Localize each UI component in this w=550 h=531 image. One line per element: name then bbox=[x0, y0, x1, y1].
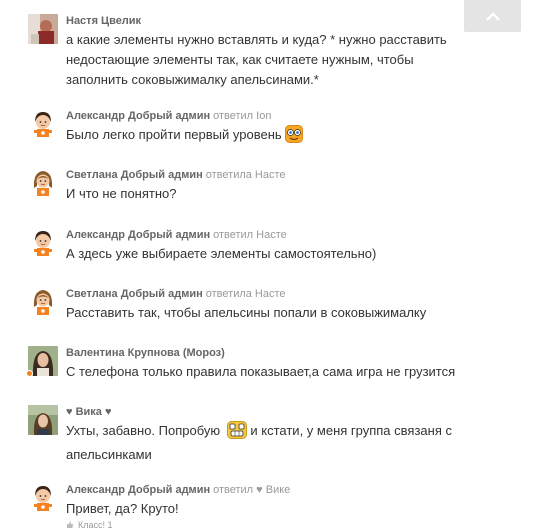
author-name[interactable]: Александр Добрый админ bbox=[66, 110, 210, 122]
reply-to[interactable]: ответил Насте bbox=[213, 229, 287, 241]
comment-text: Ухты, забавно. Попробую и кстати, у меня… bbox=[66, 421, 466, 465]
author-name[interactable]: Александр Добрый админ bbox=[66, 484, 210, 496]
comment-text-part: Ухты, забавно. Попробую bbox=[66, 423, 221, 438]
reply-to[interactable]: ответил Ion bbox=[213, 110, 271, 122]
reply-to[interactable]: ответила Насте bbox=[206, 288, 286, 300]
reply-to[interactable]: ответила Насте bbox=[206, 169, 286, 181]
author-name[interactable]: Валентина Крупнова (Мороз) bbox=[66, 347, 225, 359]
comment-text: а какие элементы нужно вставлять и куда?… bbox=[66, 32, 447, 87]
comment-text: Было легко пройти первый уровень bbox=[66, 125, 466, 149]
author-name[interactable]: Александр Добрый админ bbox=[66, 229, 210, 241]
comment-header: Валентина Крупнова (Мороз) bbox=[66, 346, 225, 360]
comment-header: Светлана Добрый админ ответила Насте bbox=[66, 287, 286, 301]
comment-header: Светлана Добрый админ ответила Насте bbox=[66, 168, 286, 182]
reply-to[interactable]: ответил ♥ Вике bbox=[213, 484, 290, 496]
author-name[interactable]: ♥ Вика ♥ bbox=[66, 406, 112, 418]
boy-avatar[interactable] bbox=[28, 483, 58, 513]
online-status-indicator bbox=[26, 370, 33, 377]
author-name[interactable]: Настя Цвелик bbox=[66, 15, 141, 27]
likes-label: Класс! 1 bbox=[78, 520, 113, 530]
comment-header: Александр Добрый админ ответил Насте bbox=[66, 228, 287, 242]
comment-header: Настя Цвелик bbox=[66, 14, 141, 28]
comment-header: ♥ Вика ♥ bbox=[66, 405, 112, 419]
comment-header: Александр Добрый админ ответил Ion bbox=[66, 109, 271, 123]
comment-text-content: Было легко пройти первый уровень bbox=[66, 127, 282, 142]
user-avatar[interactable] bbox=[28, 405, 58, 435]
comment-text: А здесь уже выбираете элементы самостоят… bbox=[66, 246, 377, 261]
girl-avatar[interactable] bbox=[28, 287, 58, 317]
comment-text: Расставить так, чтобы апельсины попали в… bbox=[66, 305, 427, 320]
author-name[interactable]: Светлана Добрый админ bbox=[66, 288, 203, 300]
likes-counter[interactable]: Класс! 1 bbox=[66, 520, 113, 531]
grin-smiley-icon bbox=[226, 421, 247, 445]
girl-avatar[interactable] bbox=[28, 168, 58, 198]
comment-text: Привет, да? Круто! bbox=[66, 501, 179, 516]
comment-text: И что не понятно? bbox=[66, 186, 177, 201]
chevron-up-icon bbox=[485, 11, 500, 21]
author-name[interactable]: Светлана Добрый админ bbox=[66, 169, 203, 181]
glasses-smiley-icon bbox=[284, 125, 303, 149]
boy-avatar[interactable] bbox=[28, 228, 58, 258]
boy-avatar[interactable] bbox=[28, 109, 58, 139]
comment-text: С телефона только правила показывает,а с… bbox=[66, 364, 456, 379]
scroll-to-top-button[interactable] bbox=[464, 0, 521, 32]
user-avatar[interactable] bbox=[28, 14, 58, 44]
comment-header: Александр Добрый админ ответил ♥ Вике bbox=[66, 483, 290, 497]
